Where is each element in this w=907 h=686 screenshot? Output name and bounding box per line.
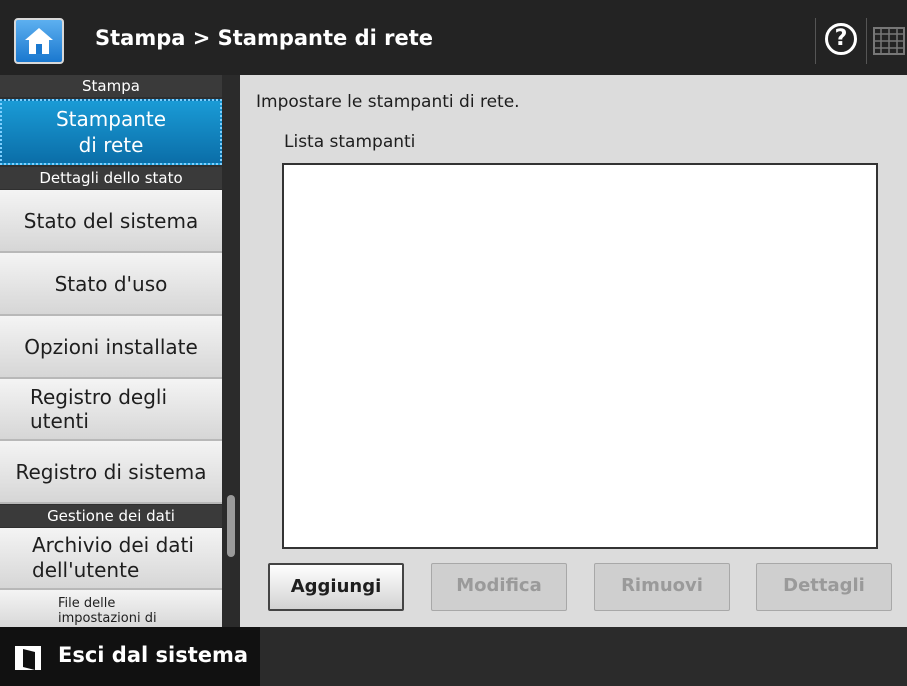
- logout-label: Esci dal sistema: [58, 643, 249, 667]
- sidebar-section-gestione: Gestione dei dati: [0, 505, 222, 527]
- instruction-text: Impostare le stampanti di rete.: [256, 92, 520, 112]
- help-icon: ?: [825, 23, 857, 55]
- edit-button[interactable]: Modifica: [431, 563, 567, 611]
- sidebar-item-registro-utenti[interactable]: Registro degli utenti: [0, 379, 222, 441]
- footer-bar: Esci dal sistema: [0, 627, 907, 686]
- keyboard-icon: [873, 27, 905, 55]
- sidebar-item-opzioni-installate[interactable]: Opzioni installate: [0, 316, 222, 379]
- sidebar-section-dettagli: Dettagli dello stato: [0, 167, 222, 189]
- main-panel: Impostare le stampanti di rete. Lista st…: [240, 75, 907, 627]
- breadcrumb: Stampa > Stampante di rete: [95, 26, 434, 50]
- sidebar-item-stato-uso[interactable]: Stato d'uso: [0, 253, 222, 316]
- sidebar-section-stampa: Stampa: [0, 75, 222, 97]
- sidebar-item-stato-del-sistema[interactable]: Stato del sistema: [0, 190, 222, 253]
- sidebar-scrollbar[interactable]: [224, 75, 238, 627]
- details-button[interactable]: Dettagli: [756, 563, 892, 611]
- home-button[interactable]: [14, 18, 64, 64]
- logout-button[interactable]: Esci dal sistema: [0, 627, 260, 686]
- logout-icon: [15, 646, 41, 670]
- printer-list-label: Lista stampanti: [284, 132, 416, 152]
- sidebar-item-registro-sistema[interactable]: Registro di sistema: [0, 441, 222, 504]
- sidebar: Stampa Stampante di rete Dettagli dello …: [0, 75, 222, 627]
- header-bar: Stampa > Stampante di rete ?: [0, 0, 907, 75]
- sidebar-item-archivio-dati[interactable]: Archivio dei dati dell'utente: [0, 528, 222, 590]
- home-icon: [25, 28, 53, 54]
- add-button[interactable]: Aggiungi: [268, 563, 404, 611]
- sidebar-item-stampante-di-rete[interactable]: Stampante di rete: [0, 99, 222, 165]
- keyboard-button[interactable]: [871, 22, 907, 62]
- help-button[interactable]: ?: [815, 18, 867, 64]
- remove-button[interactable]: Rimuovi: [594, 563, 730, 611]
- sidebar-item-file-impostazioni[interactable]: File delle impostazioni di: [0, 590, 222, 627]
- sidebar-scroll-thumb[interactable]: [227, 495, 235, 557]
- printer-list[interactable]: [282, 163, 878, 549]
